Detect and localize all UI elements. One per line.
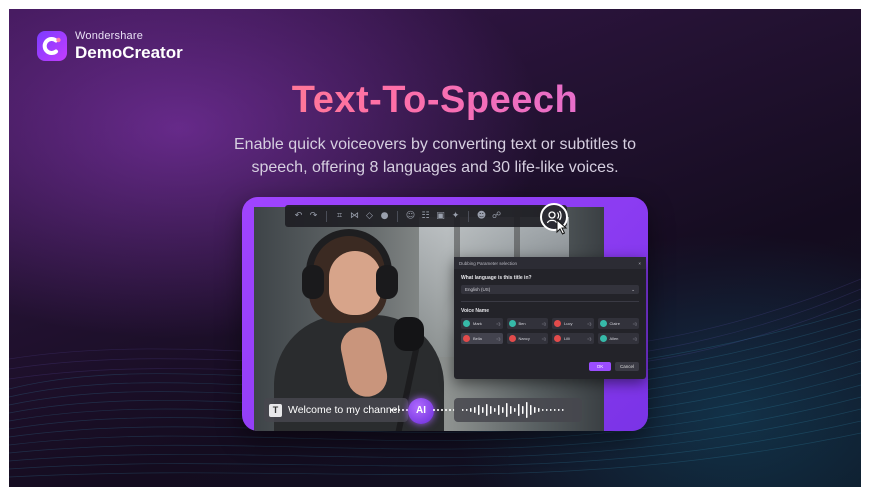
play-icon[interactable]: ◁) <box>633 336 637 341</box>
mouse-cursor-icon <box>556 219 568 235</box>
voice-avatar-icon <box>508 335 516 342</box>
voice-avatar-icon <box>599 320 607 327</box>
voice-option[interactable]: Lucy ◁) <box>552 318 594 329</box>
voice-grid: Mark ◁) Ben ◁) Lucy ◁) Claire ◁) Bella ◁) Nan… <box>461 318 639 344</box>
group-icon[interactable]: ☷ <box>418 209 433 224</box>
ai-icon[interactable]: ✦ <box>448 209 463 224</box>
split-icon[interactable]: ⋈ <box>347 209 362 224</box>
crop-icon[interactable]: ⌗ <box>332 209 347 224</box>
microphone-icon <box>394 317 424 351</box>
democreator-logo-icon <box>37 31 67 61</box>
voice-option-selected[interactable]: Bella ◁) <box>461 333 503 344</box>
play-icon[interactable]: ◁) <box>542 336 546 341</box>
text-icon: T <box>269 403 282 417</box>
brand-logo: Wondershare DemoCreator <box>37 31 183 61</box>
redo-icon[interactable]: ↷ <box>306 209 321 224</box>
editor-toolbar: ↶ ↷ ⌗ ⋈ ◇ ● ☺ ☷ ▣ ✦ ☻ ☍ <box>285 205 567 227</box>
voice-avatar-icon <box>599 335 607 342</box>
voice-option[interactable]: Ben ◁) <box>506 318 548 329</box>
play-icon[interactable]: ◁) <box>496 321 500 326</box>
voice-option[interactable]: Mark ◁) <box>461 318 503 329</box>
audio-waveform <box>454 398 582 422</box>
play-icon[interactable]: ◁) <box>496 336 500 341</box>
play-icon[interactable]: ◁) <box>542 321 546 326</box>
person-icon[interactable]: ☺ <box>403 209 418 224</box>
shield-icon[interactable]: ◇ <box>362 209 377 224</box>
language-question: What language is this title in? <box>461 275 532 281</box>
voice-avatar-icon <box>463 335 470 342</box>
emoji-icon[interactable]: ☻ <box>474 209 489 224</box>
undo-icon[interactable]: ↶ <box>291 209 306 224</box>
ok-button[interactable]: OK <box>589 362 611 371</box>
waveform-icon <box>462 402 564 418</box>
voice-avatar-icon <box>508 320 516 327</box>
voice-option[interactable]: Allen ◁) <box>597 333 639 344</box>
promo-banner: Wondershare DemoCreator Text-To-Speech E… <box>9 9 861 487</box>
voice-option[interactable]: Nancy ◁) <box>506 333 548 344</box>
brand-company: Wondershare <box>75 30 144 42</box>
sticker-icon[interactable]: ▣ <box>433 209 448 224</box>
dialog-title: Dubbing Parameter selection <box>459 260 518 266</box>
description-line-1: Enable quick voiceovers by converting te… <box>234 136 636 153</box>
cancel-button[interactable]: Cancel <box>615 362 639 371</box>
ai-badge: AI <box>408 398 434 424</box>
voice-name-label: Voice Name <box>461 308 489 314</box>
dubbing-parameter-dialog: Dubbing Parameter selection × What langu… <box>454 257 646 379</box>
brand-product: DemoCreator <box>75 43 183 62</box>
people-icon[interactable]: ☍ <box>489 209 504 224</box>
description: Enable quick voiceovers by converting te… <box>9 133 861 179</box>
voice-avatar-icon <box>463 320 470 327</box>
play-icon[interactable]: ◁) <box>587 336 591 341</box>
close-icon[interactable]: × <box>638 261 641 266</box>
play-icon[interactable]: ◁) <box>587 321 591 326</box>
play-icon[interactable]: ◁) <box>633 321 637 326</box>
voice-avatar-icon <box>554 335 561 342</box>
product-preview-card: ↶ ↷ ⌗ ⋈ ◇ ● ☺ ☷ ▣ ✦ ☻ ☍ Dubbing Paramete… <box>242 197 648 431</box>
headline: Text-To-Speech <box>9 79 861 122</box>
voice-avatar-icon <box>554 320 561 327</box>
subtitle-caption: T Welcome to my channel <box>264 398 408 422</box>
voice-option[interactable]: Lilli ◁) <box>552 333 594 344</box>
description-line-2: speech, offering 8 languages and 30 life… <box>251 159 619 176</box>
language-value: English (US) <box>465 287 491 292</box>
mic-icon[interactable]: ● <box>377 209 392 224</box>
voice-option[interactable]: Claire ◁) <box>597 318 639 329</box>
caption-text: Welcome to my channel <box>288 404 400 416</box>
dialog-actions: OK Cancel <box>589 362 639 371</box>
chevron-down-icon: ⌄ <box>631 286 635 292</box>
language-select[interactable]: English (US) ⌄ <box>461 285 639 294</box>
